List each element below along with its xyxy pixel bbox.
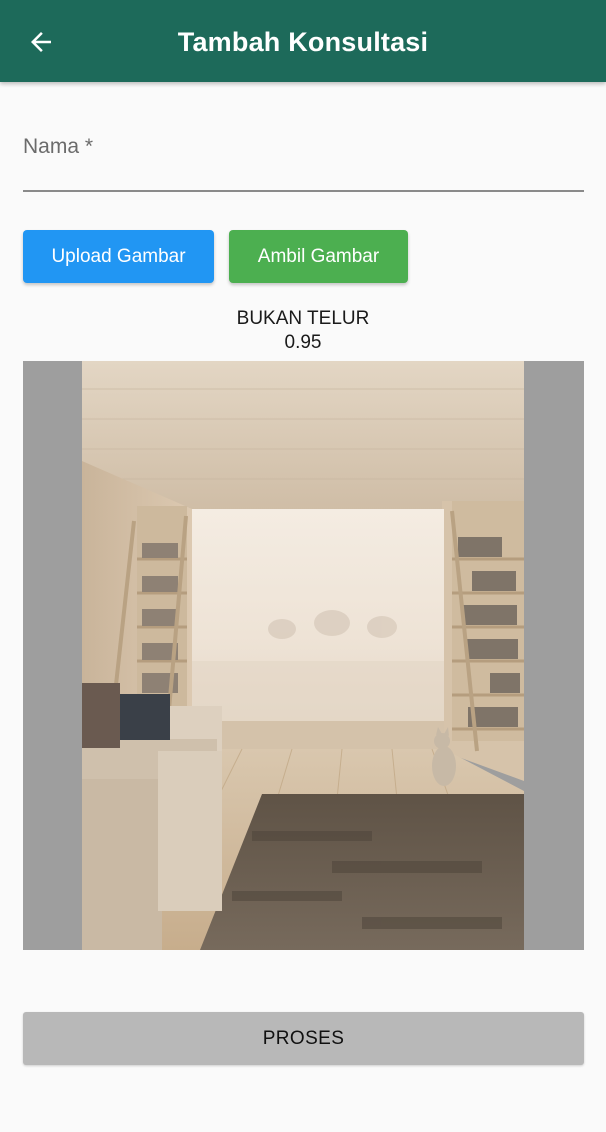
name-field[interactable]: Nama * [23,120,584,192]
name-field-underline [23,190,584,192]
app-bar: Tambah Konsultasi [0,0,606,82]
prediction-label: BUKAN TELUR [236,308,370,329]
upload-image-button[interactable]: Upload Gambar [23,230,214,283]
process-button[interactable]: PROSES [23,1012,584,1065]
name-input[interactable] [23,120,584,190]
image-preview [23,361,584,950]
room-photo [82,361,524,950]
prediction-confidence: 0.95 [284,332,322,353]
page-title: Tambah Konsultasi [177,27,429,57]
take-photo-button[interactable]: Ambil Gambar [229,230,408,283]
